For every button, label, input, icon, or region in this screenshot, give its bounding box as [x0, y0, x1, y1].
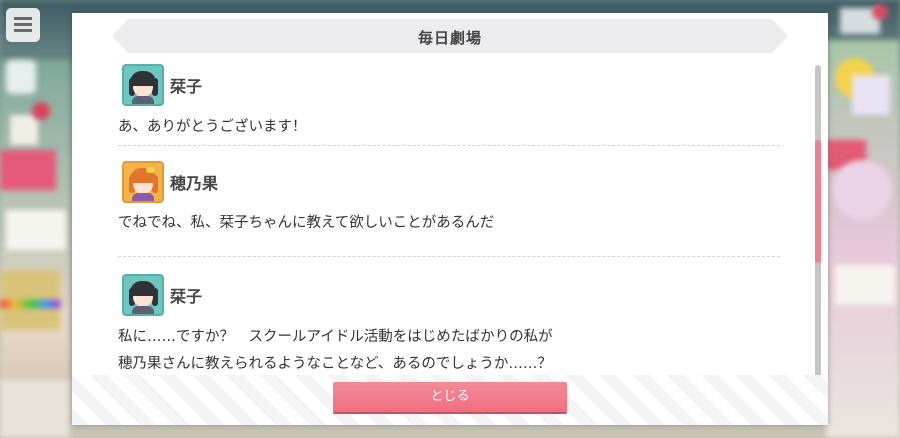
dialogue-entry: 栞子 あ、ありがとうございます！	[118, 63, 780, 146]
speaker: 栞子	[122, 273, 202, 317]
daily-theater-dialog: 毎日劇場 栞子 あ、ありがとうございます！ 穂乃果 でねでね、私、栞子ちゃんに教…	[72, 13, 828, 425]
speaker-name: 穂乃果	[170, 174, 219, 193]
speaker: 栞子	[122, 63, 202, 107]
background-badge	[872, 4, 888, 20]
dialogue-entry: 穂乃果 でねでね、私、栞子ちゃんに教えて欲しいことがあるんだ	[118, 160, 780, 257]
background-rainbow	[0, 300, 60, 308]
kotoko-avatar-icon	[122, 274, 164, 316]
background-block	[6, 210, 66, 250]
dialogue-line: 私に……ですか？ スクールアイドル活動をはじめたばかりの私が	[118, 329, 553, 345]
background-block	[852, 75, 890, 115]
menu-icon	[6, 8, 40, 42]
dialog-title: 毎日劇場	[417, 29, 482, 47]
dialogue-entry: 栞子 私に……ですか？ スクールアイドル活動をはじめたばかりの私が 穂乃果さんに…	[118, 273, 780, 383]
background-badge	[32, 102, 50, 120]
dialogue-line: 穂乃果さんに教えられるようなことなど、あるのでしょうか……？	[118, 356, 552, 372]
background-block	[6, 60, 36, 94]
background-block	[832, 160, 892, 220]
speaker-name: 栞子	[170, 77, 203, 96]
dialogue-list[interactable]: 栞子 あ、ありがとうございます！ 穂乃果 でねでね、私、栞子ちゃんに教えて欲しい…	[118, 63, 780, 383]
honoka-avatar-icon	[122, 161, 164, 203]
scrollbar-thumb[interactable]	[815, 140, 821, 263]
scrollbar[interactable]	[815, 65, 821, 381]
dialogue-line: あ、ありがとうございます！	[118, 119, 307, 135]
background-block	[0, 380, 70, 438]
dialog-title-bar: 毎日劇場	[112, 19, 788, 53]
kotoko-avatar-icon	[122, 64, 164, 106]
background-block	[10, 115, 38, 145]
speaker: 穂乃果	[122, 160, 218, 204]
background-block	[0, 150, 56, 190]
background-block	[835, 265, 895, 305]
speaker-name: 栞子	[170, 287, 203, 306]
close-button[interactable]: とじる	[333, 382, 567, 412]
dialogue-line: でねでね、私、栞子ちゃんに教えて欲しいことがあるんだ	[118, 215, 495, 231]
